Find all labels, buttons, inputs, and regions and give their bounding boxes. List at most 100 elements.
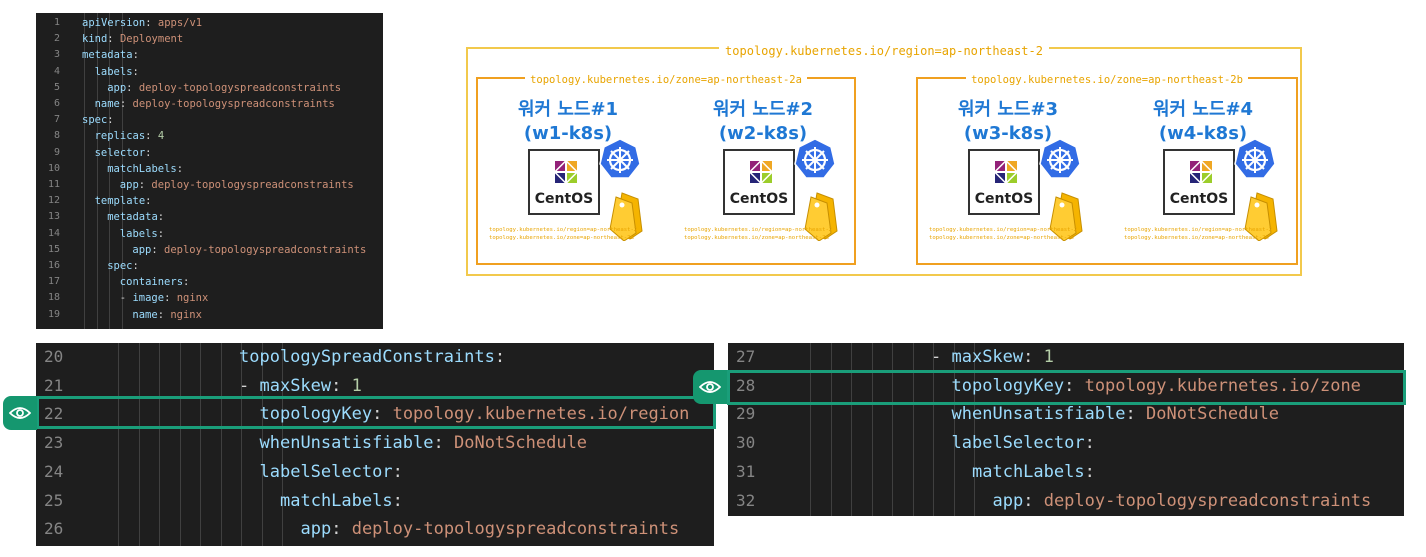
kubernetes-icon xyxy=(599,138,641,179)
yaml-key: spec xyxy=(107,260,133,272)
os-box: CentOS xyxy=(723,149,795,215)
node-title: 워커 노드#2 xyxy=(712,99,814,120)
yaml-key: app xyxy=(119,179,139,191)
yaml-key: apiVersion xyxy=(82,17,146,29)
code-line: 14 labels: xyxy=(36,226,383,242)
code-text: - maxSkew: 1 xyxy=(931,343,1054,372)
code-text: name: deploy-topologyspreadconstraints xyxy=(95,96,335,112)
line-number: 30 xyxy=(736,433,756,453)
line-number: 23 xyxy=(44,433,64,453)
yaml-key: app xyxy=(992,490,1024,511)
code-line: 23 whenUnsatisfiable: DoNotSchedule xyxy=(36,429,714,458)
yaml-key: whenUnsatisfiable xyxy=(951,404,1126,425)
centos-logo xyxy=(748,159,774,188)
line-number: 15 xyxy=(47,243,60,255)
line-number: 3 xyxy=(53,49,60,61)
colon: : xyxy=(1084,433,1095,454)
colon: : xyxy=(132,49,139,62)
code-line: 12 template: xyxy=(36,193,383,209)
centos-logo xyxy=(553,159,579,188)
yaml-value: Deployment xyxy=(119,33,184,46)
line-number: 20 xyxy=(44,347,64,366)
line-number: 1 xyxy=(53,17,60,28)
code-text: labelSelector: xyxy=(952,429,1095,458)
code-line: 2 kind: Deployment xyxy=(36,31,383,47)
yaml-key: app xyxy=(300,519,332,540)
node-labels-text: topology.kubernetes.io/region=ap-northea… xyxy=(489,227,637,242)
colon: : xyxy=(145,17,158,29)
code-text: whenUnsatisfiable: DoNotSchedule xyxy=(952,400,1280,429)
code-line: 15 app: deploy-topologyspreadconstraints xyxy=(36,242,383,258)
worker-node-4: 워커 노드#4 (w4-k8s) CentOS topology.kubernetes… xyxy=(1118,79,1288,267)
line-number: 32 xyxy=(736,490,756,510)
yaml-value: apps/v1 xyxy=(157,17,203,29)
node-labels-text: topology.kubernetes.io/region=ap-northea… xyxy=(929,227,1077,242)
line-number: 10 xyxy=(47,162,60,174)
code-text: kind: Deployment xyxy=(82,31,183,47)
yaml-key: replicas xyxy=(94,130,146,143)
line-number: 13 xyxy=(47,211,60,223)
yaml-key: maxSkew xyxy=(951,347,1024,367)
kubernetes-icon xyxy=(1234,138,1276,179)
line-number: 21 xyxy=(44,375,64,395)
code-text: matchLabels: xyxy=(280,487,403,516)
line-number: 16 xyxy=(47,260,60,271)
code-text: app: deploy-topologyspreadconstraints xyxy=(107,80,341,96)
yaml-key: matchLabels xyxy=(972,461,1085,482)
line-number: 27 xyxy=(736,347,756,366)
colon: : xyxy=(145,195,152,208)
zone-label-text: topology.kubernetes.io/zone=ap-northeast… xyxy=(929,234,1074,241)
code-text: template: xyxy=(95,193,152,209)
yaml-key: containers xyxy=(119,276,184,289)
list-dash: - xyxy=(239,375,260,396)
node-title: 워커 노드#3 xyxy=(957,99,1059,120)
yaml-value: DoNotSchedule xyxy=(1145,404,1280,425)
colon: : xyxy=(392,490,403,511)
line-number: 12 xyxy=(47,195,60,207)
node-title: 워커 노드#1 xyxy=(517,99,619,120)
yaml-key: labelSelector xyxy=(259,461,393,482)
centos-logo-icon xyxy=(1188,159,1214,185)
code-line: 8 replicas: 4 xyxy=(36,128,383,144)
colon: : xyxy=(392,461,403,482)
code-line: 19 name: nginx xyxy=(36,307,383,323)
code-line: 31 matchLabels: xyxy=(728,458,1404,487)
yaml-key: whenUnsatisfiable xyxy=(259,433,434,454)
code-line: 3 metadata: xyxy=(36,47,383,63)
colon: : xyxy=(164,292,177,305)
code-text: topologySpreadConstraints: xyxy=(239,343,505,372)
line-number: 25 xyxy=(44,490,64,510)
line-number: 18 xyxy=(47,292,60,304)
eye-button-left[interactable] xyxy=(3,396,37,430)
code-text: - maxSkew: 1 xyxy=(239,372,362,401)
kubernetes-icon xyxy=(1039,138,1081,179)
yaml-value: nginx xyxy=(176,292,209,305)
colon: : xyxy=(1064,375,1085,396)
yaml-value: 1 xyxy=(351,375,362,396)
yaml-value: deploy-topologyspreadconstraints xyxy=(1043,490,1372,511)
code-text: app: deploy-topologyspreadconstraints xyxy=(301,515,680,544)
yaml-key: topologySpreadConstraints xyxy=(239,347,495,367)
yaml-value: topology.kubernetes.io/zone xyxy=(1084,375,1361,396)
yaml-value: 4 xyxy=(157,130,165,143)
code-text: apiVersion: apps/v1 xyxy=(82,15,202,31)
line-number: 19 xyxy=(47,308,60,320)
code-text: labels: xyxy=(95,64,139,80)
yaml-key: topologyKey xyxy=(951,375,1065,396)
code-text: labelSelector: xyxy=(260,458,403,487)
code-text: app: deploy-topologyspreadconstraints xyxy=(120,177,354,193)
worker-node-1: 워커 노드#1 (w1-k8s) CentOS topology.kubernetes… xyxy=(483,79,653,267)
eye-button-right[interactable] xyxy=(693,370,727,404)
code-line: 21 - maxSkew: 1 xyxy=(36,372,714,401)
code-line: 26 app: deploy-topologyspreadconstraints xyxy=(36,515,714,544)
code-text: app: deploy-topologyspreadconstraints xyxy=(993,487,1372,516)
colon: : xyxy=(176,162,184,175)
code-line: 5 app: deploy-topologyspreadconstraints xyxy=(36,80,383,96)
line-number: 17 xyxy=(47,276,60,288)
node-labels-text: topology.kubernetes.io/region=ap-northea… xyxy=(684,227,832,242)
code-line: 18 - image: nginx xyxy=(36,290,383,306)
worker-node-3: 워커 노드#3 (w3-k8s) CentOS topology.kubernetes… xyxy=(923,79,1093,267)
code-line: 6 name: deploy-topologyspreadconstraints xyxy=(36,96,383,112)
code-line: 1 apiVersion: apps/v1 xyxy=(36,15,383,31)
yaml-key: template xyxy=(94,195,146,208)
